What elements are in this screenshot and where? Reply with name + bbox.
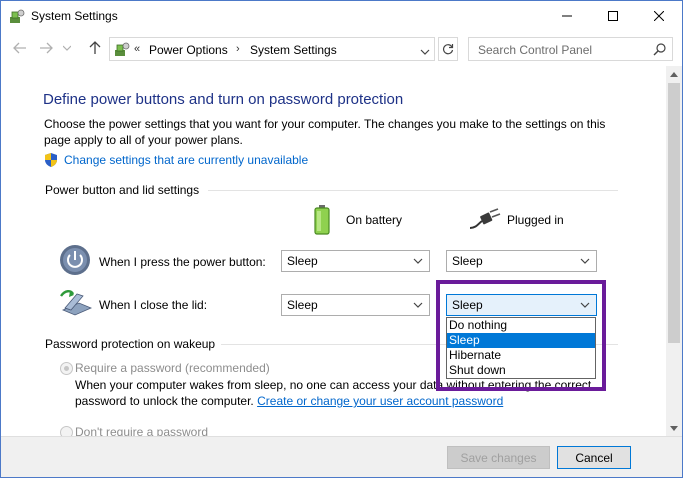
back-button[interactable] bbox=[12, 40, 28, 56]
navigation-bar: « Power Options › System Settings Search… bbox=[1, 33, 682, 63]
require-password-label: Require a password (recommended) bbox=[75, 361, 270, 375]
refresh-button[interactable] bbox=[438, 37, 458, 61]
up-button[interactable] bbox=[87, 40, 103, 56]
power-button-icon bbox=[59, 244, 91, 279]
laptop-lid-icon bbox=[59, 288, 93, 321]
search-box[interactable]: Search Control Panel bbox=[468, 37, 673, 61]
power-button-plugged-select[interactable]: Sleep bbox=[446, 250, 597, 272]
breadcrumb-separator[interactable]: › bbox=[236, 43, 240, 55]
chevron-down-icon bbox=[413, 258, 423, 264]
close-lid-label: When I close the lid: bbox=[99, 298, 208, 312]
chevron-down-icon bbox=[63, 45, 71, 51]
maximize-icon bbox=[608, 11, 618, 21]
power-options-app-icon bbox=[9, 8, 25, 24]
close-lid-battery-select[interactable]: Sleep bbox=[281, 294, 430, 316]
section-password-protection: Password protection on wakeup bbox=[45, 337, 216, 351]
refresh-icon bbox=[442, 44, 454, 55]
scrollbar-thumb[interactable] bbox=[668, 83, 680, 343]
dropdown-option-sleep[interactable]: Sleep bbox=[447, 333, 595, 348]
maximize-button[interactable] bbox=[590, 1, 636, 31]
select-value: Sleep bbox=[287, 298, 318, 312]
minimize-icon bbox=[562, 15, 572, 17]
title-bar: System Settings bbox=[1, 1, 682, 31]
cancel-button[interactable]: Cancel bbox=[557, 446, 631, 469]
back-arrow-icon bbox=[13, 42, 26, 54]
page-description: Choose the power settings that you want … bbox=[44, 117, 606, 147]
dropdown-option-hibernate[interactable]: Hibernate bbox=[447, 348, 595, 363]
scroll-up-button[interactable] bbox=[666, 66, 682, 82]
up-arrow-icon bbox=[89, 41, 101, 54]
change-settings-link[interactable]: Change settings that are currently unava… bbox=[64, 153, 308, 167]
vertical-scrollbar[interactable] bbox=[666, 66, 682, 436]
select-value: Sleep bbox=[452, 254, 483, 268]
no-password-label: Don't require a password bbox=[75, 425, 209, 436]
power-plug-icon bbox=[468, 208, 502, 233]
no-password-radio[interactable] bbox=[60, 426, 73, 436]
chevron-down-icon bbox=[580, 302, 590, 308]
section-divider bbox=[208, 190, 618, 191]
dropdown-option-shut-down[interactable]: Shut down bbox=[447, 363, 595, 378]
address-dropdown-button[interactable] bbox=[420, 45, 430, 55]
breadcrumb-overflow[interactable]: « bbox=[134, 43, 140, 55]
chevron-up-icon bbox=[670, 71, 678, 77]
power-button-label: When I press the power button: bbox=[99, 255, 266, 269]
section-power-buttons: Power button and lid settings bbox=[45, 183, 200, 197]
uac-shield-icon bbox=[43, 152, 59, 168]
lid-plugged-dropdown-list[interactable]: Do nothing Sleep Hibernate Shut down bbox=[446, 317, 596, 379]
search-icon[interactable] bbox=[653, 43, 666, 56]
power-options-icon bbox=[114, 41, 130, 57]
chevron-down-icon bbox=[413, 302, 423, 308]
select-value: Sleep bbox=[452, 298, 483, 312]
column-plugged-in: Plugged in bbox=[507, 213, 564, 227]
dropdown-option-do-nothing[interactable]: Do nothing bbox=[447, 318, 595, 333]
require-password-radio[interactable] bbox=[60, 362, 73, 375]
address-bar[interactable]: « Power Options › System Settings bbox=[109, 37, 435, 61]
chevron-down-icon bbox=[580, 258, 590, 264]
select-value: Sleep bbox=[287, 254, 318, 268]
require-password-desc-1: When your computer wakes from sleep, no … bbox=[75, 378, 592, 392]
power-button-battery-select[interactable]: Sleep bbox=[281, 250, 430, 272]
change-settings-link-row[interactable]: Change settings that are currently unava… bbox=[43, 152, 308, 168]
forward-arrow-icon bbox=[40, 42, 53, 54]
column-on-battery: On battery bbox=[346, 213, 403, 227]
scroll-down-button[interactable] bbox=[666, 420, 682, 436]
page-title: Define power buttons and turn on passwor… bbox=[43, 91, 404, 108]
create-password-link[interactable]: Create or change your user account passw… bbox=[257, 394, 503, 408]
recent-locations-button[interactable] bbox=[62, 40, 72, 56]
save-changes-button[interactable]: Save changes bbox=[447, 446, 550, 469]
close-icon bbox=[654, 11, 664, 21]
footer-bar: Save changes Cancel bbox=[1, 436, 682, 477]
chevron-down-icon bbox=[420, 49, 430, 55]
battery-icon bbox=[313, 204, 331, 239]
breadcrumb-system-settings[interactable]: System Settings bbox=[250, 43, 337, 57]
window-title: System Settings bbox=[31, 9, 118, 23]
search-placeholder[interactable]: Search Control Panel bbox=[478, 43, 592, 57]
close-lid-plugged-select[interactable]: Sleep bbox=[446, 294, 597, 316]
main-content: Define power buttons and turn on passwor… bbox=[1, 66, 666, 436]
close-button[interactable] bbox=[636, 1, 682, 31]
forward-button[interactable] bbox=[38, 40, 54, 56]
breadcrumb-power-options[interactable]: Power Options bbox=[149, 43, 228, 57]
minimize-button[interactable] bbox=[544, 1, 590, 31]
chevron-down-icon bbox=[670, 425, 678, 431]
require-password-desc-line-2: password to unlock the computer. Create … bbox=[75, 394, 503, 408]
require-password-desc-2: password to unlock the computer. bbox=[75, 394, 254, 408]
